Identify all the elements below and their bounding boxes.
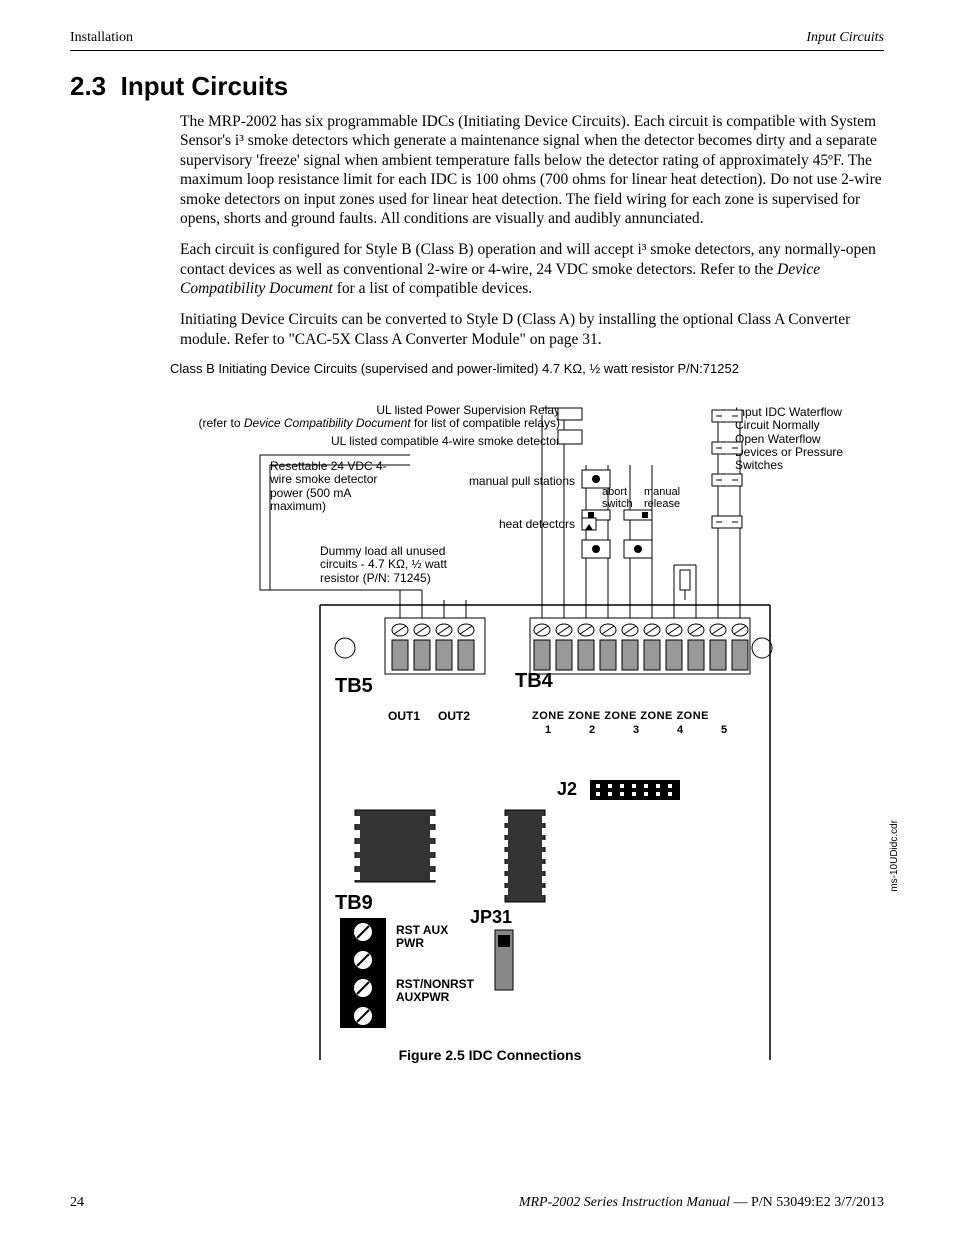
section-heading: 2.3 Input Circuits [70,71,884,102]
label-tb9: TB9 [335,892,373,914]
label-jp31: JP31 [470,908,512,928]
zone-num-5: 5 [721,724,727,736]
zone-num-4: 4 [677,724,683,736]
page-number: 24 [70,1195,84,1211]
label-tb5: TB5 [335,675,373,697]
figure-caption: Figure 2.5 IDC Connections [130,1048,850,1063]
figure-intro-caption: Class B Initiating Device Circuits (supe… [170,361,884,376]
running-header: Installation Input Circuits [70,30,884,46]
label-rst-aux: RST AUX PWR [396,924,466,950]
diagram-svg [130,390,850,1070]
paragraph-2: Each circuit is configured for Style B (… [180,240,884,298]
header-left: Installation [70,30,133,46]
source-file-note: ms-10UDidc.cdr [889,820,900,892]
section-title-text: Input Circuits [121,71,289,101]
page-footer: 24 MRP-2002 Series Instruction Manual — … [70,1195,884,1211]
label-out2: OUT2 [438,710,470,723]
paragraph-1: The MRP-2002 has six programmable IDCs (… [180,112,884,228]
figure-idc-connections: UL listed Power Supervision Relay (refer… [130,390,850,1070]
body-text: The MRP-2002 has six programmable IDCs (… [180,112,884,349]
header-right: Input Circuits [806,30,884,46]
label-tb4: TB4 [515,670,553,692]
label-j2: J2 [557,780,577,800]
header-rule [70,50,884,51]
label-rst-nonrst: RST/NONRST AUXPWR [396,978,496,1004]
label-out1: OUT1 [388,710,420,723]
zone-num-1: 1 [545,724,551,736]
label-zone-row: ZONE ZONE ZONE ZONE ZONE [532,710,709,722]
zone-num-2: 2 [589,724,595,736]
footer-right: MRP-2002 Series Instruction Manual — P/N… [519,1195,884,1211]
paragraph-3: Initiating Device Circuits can be conver… [180,310,884,349]
section-number: 2.3 [70,71,106,101]
zone-num-3: 3 [633,724,639,736]
